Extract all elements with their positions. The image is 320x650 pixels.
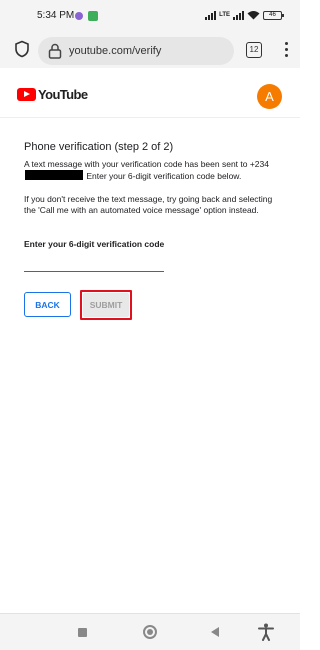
redacted-phone-number xyxy=(25,170,83,180)
youtube-play-icon xyxy=(17,88,36,101)
code-field-label: Enter your 6-digit verification code xyxy=(24,239,165,249)
network-type-label: LTE xyxy=(219,12,230,18)
back-triangle-icon[interactable] xyxy=(211,627,219,637)
sent-message-prefix: A text message with your verification co… xyxy=(24,159,269,169)
recents-square-icon[interactable] xyxy=(78,628,87,637)
address-bar[interactable]: youtube.com/verify xyxy=(38,37,234,65)
status-time: 5:34 PM xyxy=(37,10,75,21)
youtube-logo[interactable]: YouTube xyxy=(17,87,88,102)
tab-switcher-button[interactable]: 12 xyxy=(246,42,262,58)
sent-message: A text message with your verification co… xyxy=(24,159,280,182)
messenger-notification-icon xyxy=(75,12,83,20)
browser-toolbar: youtube.com/verify 12 xyxy=(0,34,300,68)
system-nav-bar xyxy=(0,613,300,650)
accessibility-icon[interactable] xyxy=(257,623,275,641)
status-bar: 5:34 PM LTE 46 xyxy=(0,0,300,34)
sent-message-suffix: Enter your 6-digit verification code bel… xyxy=(84,171,242,181)
url-text: youtube.com/verify xyxy=(69,45,162,57)
wifi-icon xyxy=(247,11,260,20)
avatar[interactable]: A xyxy=(257,84,282,109)
verification-code-input[interactable] xyxy=(24,254,164,272)
youtube-header: YouTube xyxy=(0,68,300,118)
submit-button[interactable]: SUBMIT xyxy=(83,293,129,317)
help-text: If you don't receive the text message, t… xyxy=(24,194,273,215)
signal-icon-2 xyxy=(233,10,244,20)
shield-icon[interactable] xyxy=(13,40,31,58)
status-indicators: LTE 46 xyxy=(205,10,284,20)
more-vert-icon[interactable] xyxy=(282,42,290,60)
battery-icon: 46 xyxy=(263,10,284,20)
app-notification-icon xyxy=(88,11,98,21)
lock-icon xyxy=(48,43,62,59)
home-circle-icon[interactable] xyxy=(143,625,157,639)
signal-icon xyxy=(205,10,217,20)
back-button[interactable]: BACK xyxy=(24,292,71,317)
page-title: Phone verification (step 2 of 2) xyxy=(24,141,174,153)
youtube-wordmark: YouTube xyxy=(38,87,88,102)
